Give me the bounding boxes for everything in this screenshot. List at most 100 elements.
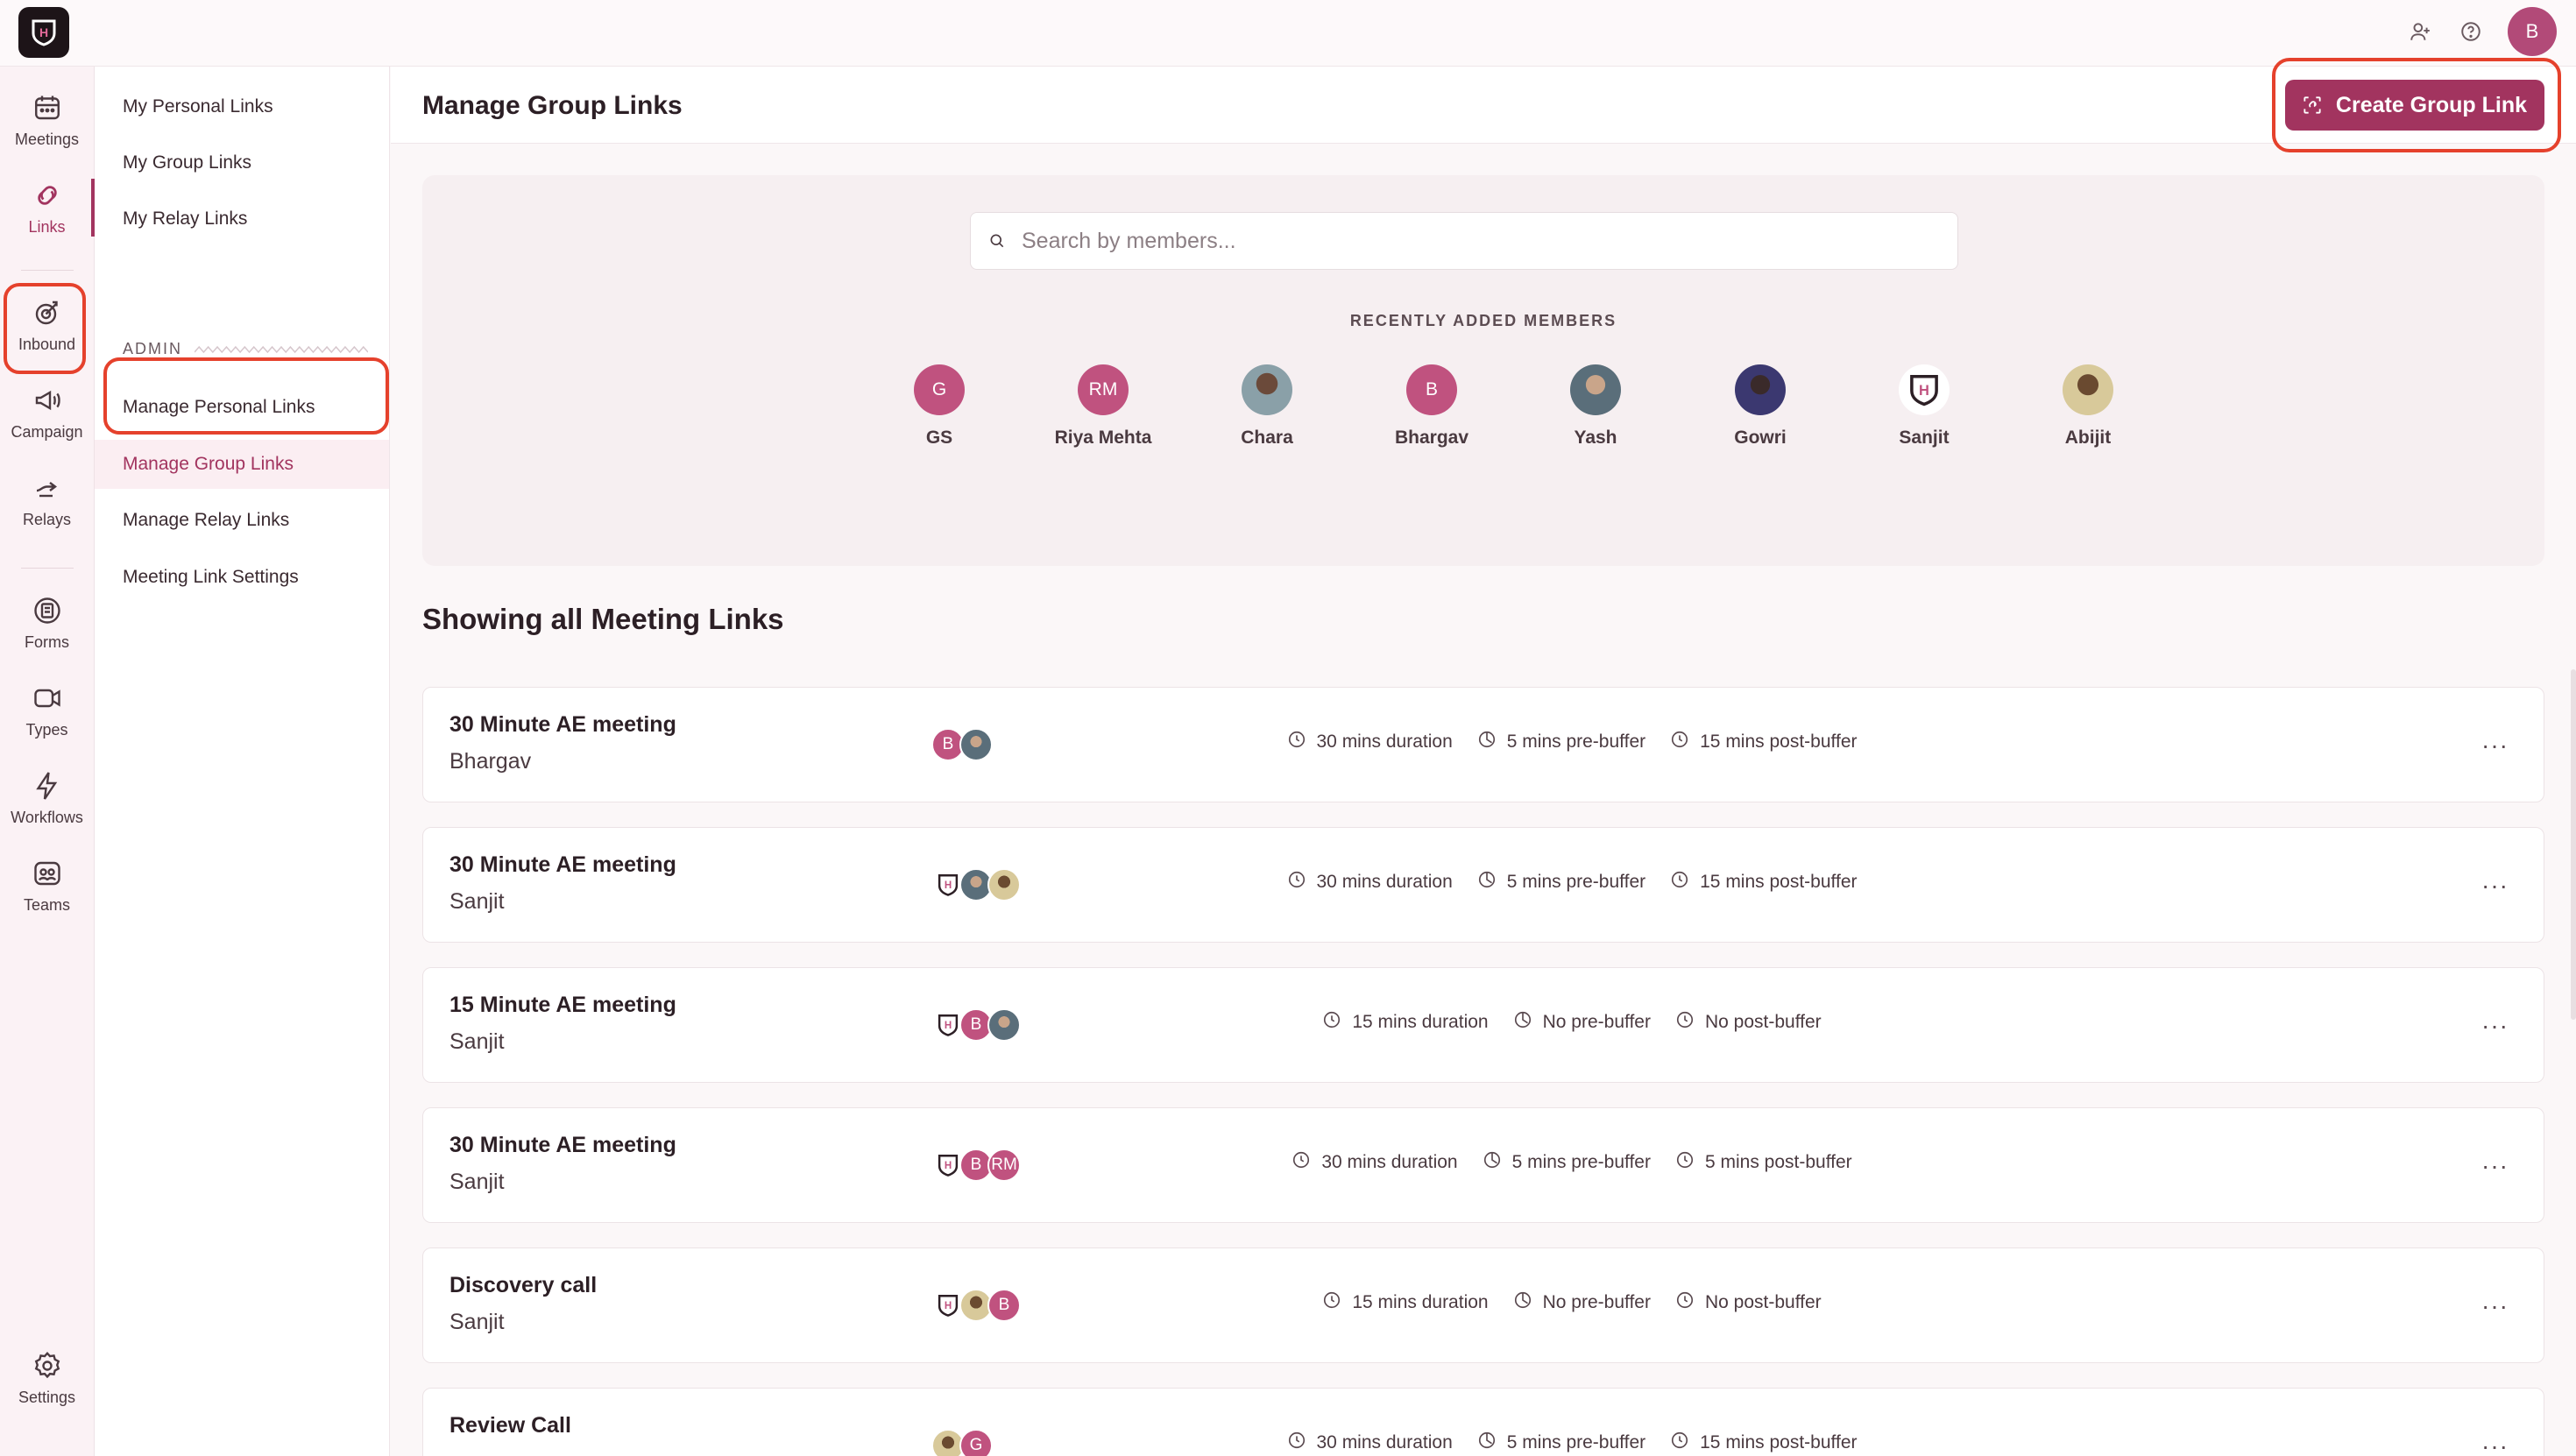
- main-content: Manage Group Links Create Group Link REC…: [391, 67, 2576, 1456]
- pre-buffer: No pre-buffer: [1513, 1010, 1651, 1035]
- megaphone-icon: [35, 390, 60, 410]
- post-buffer: 5 mins post-buffer: [1675, 1150, 1852, 1175]
- meeting-link-row[interactable]: 30 Minute AE meeting Sanjit H 30 mins du…: [422, 827, 2544, 943]
- member-item[interactable]: Yash: [1530, 364, 1661, 449]
- rail-item-campaign[interactable]: Campaign: [0, 373, 94, 452]
- help-icon[interactable]: [2457, 18, 2485, 46]
- subnav-meeting-link-settings[interactable]: Meeting Link Settings: [95, 553, 389, 602]
- pre-buffer: 5 mins pre-buffer: [1477, 870, 1645, 894]
- rail-item-workflows[interactable]: Workflows: [0, 759, 94, 838]
- duration: 15 mins duration: [1322, 1010, 1489, 1035]
- rail-label: Settings: [18, 1388, 76, 1406]
- duration-text: 30 mins duration: [1316, 732, 1453, 752]
- rail-item-meetings[interactable]: Meetings: [0, 81, 94, 159]
- meeting-link-row[interactable]: Review Call G 30 mins duration 5 mins pr…: [422, 1388, 2544, 1456]
- rail-item-links[interactable]: Links: [0, 168, 95, 247]
- member-item[interactable]: Gowri: [1695, 364, 1826, 449]
- rail-item-settings[interactable]: Settings: [0, 1339, 94, 1417]
- post-buffer-text: 15 mins post-buffer: [1700, 1432, 1858, 1452]
- buffer-icon: [1513, 1010, 1532, 1035]
- pre-buffer-text: 5 mins pre-buffer: [1506, 732, 1646, 752]
- logo-icon: H: [1910, 374, 1938, 406]
- buffer-icon: [1670, 730, 1689, 754]
- member-name: Abijit: [2064, 428, 2112, 448]
- meeting-link-row[interactable]: 30 Minute AE meeting Sanjit H B RM 30 mins…: [422, 1107, 2544, 1223]
- link-meta: 15 mins duration No pre-buffer No post-b…: [423, 1290, 2545, 1315]
- add-user-icon[interactable]: [2406, 18, 2434, 46]
- duration: 30 mins duration: [1287, 870, 1453, 894]
- page-title: Manage Group Links: [422, 91, 683, 120]
- video-icon: [33, 689, 60, 707]
- duration: 30 mins duration: [1287, 1431, 1453, 1455]
- search-icon: [990, 234, 1004, 248]
- member-search[interactable]: [970, 212, 1958, 270]
- scrollbar[interactable]: [2571, 669, 2576, 1020]
- app-logo[interactable]: H: [18, 7, 69, 58]
- buffer-icon: [1477, 870, 1497, 894]
- pre-buffer-text: 5 mins pre-buffer: [1506, 872, 1646, 892]
- post-buffer: 15 mins post-buffer: [1670, 730, 1858, 754]
- rail-item-relays[interactable]: Relays: [0, 461, 94, 540]
- link-icon: [37, 185, 57, 205]
- rail-item-teams[interactable]: Teams: [0, 846, 94, 925]
- rail-label: Teams: [23, 895, 70, 914]
- rail-item-forms[interactable]: Forms: [0, 583, 94, 662]
- avatar: RM: [1078, 364, 1129, 415]
- pre-buffer: 5 mins pre-buffer: [1483, 1150, 1651, 1175]
- avatar: H: [1899, 364, 1950, 415]
- duration: 15 mins duration: [1322, 1290, 1489, 1315]
- lightning-icon: [35, 771, 57, 800]
- subnav-my-group-links[interactable]: My Group Links: [95, 138, 389, 187]
- duration-text: 15 mins duration: [1352, 1012, 1489, 1032]
- member-item[interactable]: RM Riya Mehta: [1037, 364, 1169, 449]
- gear-icon: [34, 1351, 60, 1378]
- page-header: Manage Group Links Create Group Link: [391, 67, 2576, 144]
- clock-icon: [1287, 870, 1306, 894]
- avatar: [1570, 364, 1621, 415]
- zigzag-divider-icon: [195, 345, 368, 353]
- post-buffer-text: No post-buffer: [1704, 1012, 1822, 1032]
- more-options-icon[interactable]: ···: [2481, 1152, 2509, 1180]
- subnav-my-relay-links[interactable]: My Relay Links: [95, 194, 389, 244]
- buffer-icon: [1513, 1290, 1532, 1315]
- duration-text: 15 mins duration: [1352, 1292, 1489, 1312]
- meeting-link-row[interactable]: 30 Minute AE meeting Bhargav B 30 mins d…: [422, 687, 2544, 802]
- member-item[interactable]: B Bhargav: [1366, 364, 1497, 449]
- post-buffer-text: No post-buffer: [1704, 1292, 1822, 1312]
- subnav-manage-relay-links[interactable]: Manage Relay Links: [95, 496, 389, 545]
- subnav-manage-group-links[interactable]: Manage Group Links: [95, 440, 389, 489]
- meeting-link-row[interactable]: 15 Minute AE meeting Sanjit HB 15 mins d…: [422, 967, 2544, 1083]
- logo-icon: H: [32, 19, 56, 46]
- buffer-icon: [1670, 870, 1689, 894]
- buffer-icon: [1675, 1290, 1695, 1315]
- avatar: B: [1406, 364, 1457, 415]
- link-meta: 30 mins duration 5 mins pre-buffer 15 mi…: [423, 1431, 2545, 1455]
- member-item[interactable]: Chara: [1201, 364, 1333, 449]
- search-input[interactable]: [1022, 228, 1933, 254]
- more-options-icon[interactable]: ···: [2481, 1292, 2509, 1320]
- buffer-icon: [1675, 1150, 1695, 1175]
- more-options-icon[interactable]: ···: [2481, 732, 2509, 760]
- rail-label: Campaign: [11, 422, 83, 441]
- member-item[interactable]: H Sanjit: [1858, 364, 1990, 449]
- meeting-link-row[interactable]: Discovery call Sanjit HB 15 mins duratio…: [422, 1247, 2544, 1363]
- more-options-icon[interactable]: ···: [2481, 1432, 2509, 1456]
- link-meta: 30 mins duration 5 mins pre-buffer 15 mi…: [423, 870, 2545, 894]
- pre-buffer: No pre-buffer: [1513, 1290, 1651, 1315]
- more-options-icon[interactable]: ···: [2481, 872, 2509, 900]
- more-options-icon[interactable]: ···: [2481, 1012, 2509, 1040]
- post-buffer: No post-buffer: [1675, 1290, 1822, 1315]
- svg-text:H: H: [39, 25, 48, 39]
- duration: 30 mins duration: [1292, 1150, 1458, 1175]
- member-item[interactable]: G GS: [874, 364, 1005, 449]
- profile-avatar[interactable]: B: [2508, 7, 2557, 56]
- buffer-icon: [1675, 1010, 1695, 1035]
- rail-item-types[interactable]: Types: [0, 671, 94, 750]
- link-meta: 15 mins duration No pre-buffer No post-b…: [423, 1010, 2545, 1035]
- subnav-my-personal-links[interactable]: My Personal Links: [95, 82, 389, 131]
- pre-buffer: 5 mins pre-buffer: [1477, 730, 1645, 754]
- rail-divider: [21, 270, 74, 271]
- avatar: [1735, 364, 1786, 415]
- relay-icon: [36, 481, 57, 497]
- member-item[interactable]: Abijit: [2022, 364, 2154, 449]
